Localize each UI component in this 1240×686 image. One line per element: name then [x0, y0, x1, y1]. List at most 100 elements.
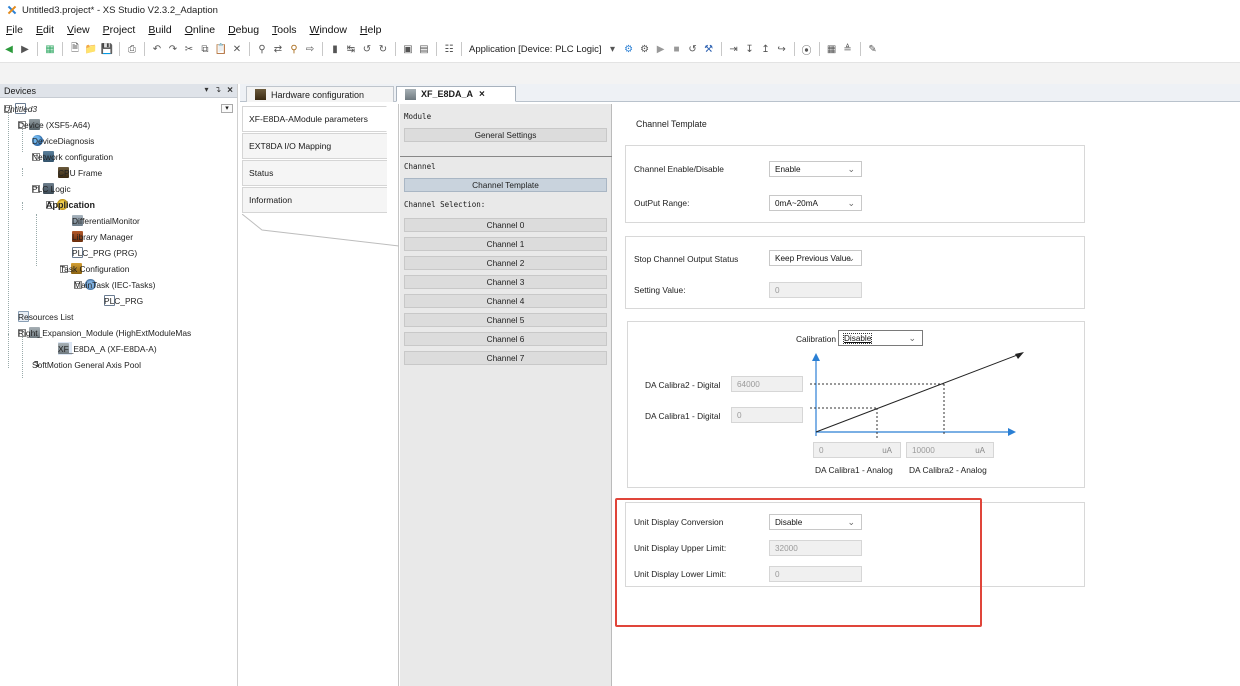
run-to-cursor-icon[interactable]: ↪ [775, 42, 789, 56]
tree-item-task-configuration[interactable]: − Task Configuration [60, 262, 129, 275]
nav-status[interactable]: Status [242, 160, 387, 186]
tree-item-softmotion-axis-pool[interactable]: ↴ SoftMotion General Axis Pool [32, 358, 141, 371]
redo-icon[interactable]: ↷ [166, 42, 180, 56]
bookmark-prev-icon[interactable]: ↺ [360, 42, 374, 56]
tab-xf-e8da-a[interactable]: XF_E8DA_A × [396, 86, 516, 102]
nav-io-mapping[interactable]: EXT8DA I/O Mapping [242, 133, 387, 159]
menu-file[interactable]: File [6, 24, 23, 36]
channel-4-button[interactable]: Channel 4 [404, 294, 607, 308]
back-icon[interactable]: ◀ [2, 42, 16, 56]
new-file-icon[interactable]: 🗎 [68, 42, 82, 56]
menu-online[interactable]: Online [185, 24, 215, 36]
output-range-dropdown[interactable]: 0mA~20mA ⌄ [769, 195, 862, 211]
channel-3-button[interactable]: Channel 3 [404, 275, 607, 289]
tree-item-xf-e8da-a[interactable]: XF_E8DA_A (XF-E8DA-A) [58, 342, 157, 355]
menu-build[interactable]: Build [148, 24, 171, 36]
forward-icon[interactable]: ▶ [18, 42, 32, 56]
bookmark-next-icon[interactable]: ↹ [344, 42, 358, 56]
generate-icon[interactable]: ▤ [417, 42, 431, 56]
tree-item-network-configuration[interactable]: − Network configuration [32, 150, 113, 163]
start-icon[interactable]: ▶ [654, 42, 668, 56]
save-icon[interactable]: 💾 [100, 42, 114, 56]
menu-edit[interactable]: Edit [36, 24, 54, 36]
tree-item-plc-logic[interactable]: − PLC Logic [32, 182, 71, 195]
find-all-icon[interactable]: ⚲ [287, 42, 301, 56]
tree-dropdown-icon[interactable]: ▾ [221, 104, 233, 113]
step-out-icon[interactable]: ↥ [759, 42, 773, 56]
window-title: Untitled3.project* - XS Studio V2.3.2_Ad… [22, 4, 218, 16]
tree-item-differentialmonitor[interactable]: DifferentialMonitor [72, 214, 140, 227]
tree-item-library-manager[interactable]: Library Manager [72, 230, 133, 243]
channel-template-button[interactable]: Channel Template [404, 178, 607, 192]
force-values-icon[interactable]: ≜ [841, 42, 855, 56]
calibration-line [815, 353, 1021, 433]
channel-6-button[interactable]: Channel 6 [404, 332, 607, 346]
general-settings-button[interactable]: General Settings [404, 128, 607, 142]
menu-project[interactable]: Project [103, 24, 136, 36]
active-application-label[interactable]: Application [Device: PLC Logic] [469, 44, 602, 55]
channel-2-button[interactable]: Channel 2 [404, 256, 607, 270]
find-icon[interactable]: ⚲ [255, 42, 269, 56]
tree-item-maintask[interactable]: − MainTask (IEC-Tasks) [74, 278, 155, 291]
tree-item-plc-prg-call[interactable]: PLC_PRG [104, 294, 143, 307]
undo-icon[interactable]: ↶ [150, 42, 164, 56]
logout-icon[interactable]: ⚙ [638, 42, 652, 56]
reset-icon[interactable]: ↺ [686, 42, 700, 56]
dropdown-arrow-icon[interactable]: ▾ [606, 42, 620, 56]
nav-information[interactable]: Information [242, 187, 387, 213]
stop-icon[interactable]: ■ [670, 42, 684, 56]
calibra1-digital-field[interactable]: 0 [731, 407, 803, 423]
compile-icon[interactable]: ▣ [401, 42, 415, 56]
tree-item-project[interactable]: − Untitled3 [4, 102, 37, 115]
nav-module-parameters[interactable]: XF-E8DA-AModule parameters [242, 106, 387, 132]
tree-item-application[interactable]: − Application [46, 198, 95, 211]
tree-item-resources-list[interactable]: Resources List [18, 310, 73, 323]
find-next-icon[interactable]: ⇨ [303, 42, 317, 56]
tree-item-right-expansion-module[interactable]: − Right_Expansion_Module (HighExtModuleM… [18, 326, 191, 339]
step-into-icon[interactable]: ↧ [743, 42, 757, 56]
tree-item-device[interactable]: − Device (XSF5-A64) [18, 118, 90, 131]
bookmark-icon[interactable]: ▮ [328, 42, 342, 56]
calibra2-digital-field[interactable]: 64000 [731, 376, 803, 392]
menu-window[interactable]: Window [310, 24, 347, 36]
replace-icon[interactable]: ⇄ [271, 42, 285, 56]
channel-0-button[interactable]: Channel 0 [404, 218, 607, 232]
menu-debug[interactable]: Debug [228, 24, 259, 36]
menu-tools[interactable]: Tools [272, 24, 297, 36]
calibra2-analog-field[interactable]: 10000 uA [906, 442, 994, 458]
tool-wrench-icon[interactable]: ⚒ [702, 42, 716, 56]
device-tool-icon[interactable]: ▦ [43, 42, 57, 56]
close-icon[interactable]: × [227, 85, 233, 96]
calendar-icon[interactable]: ☷ [442, 42, 456, 56]
step-over-icon[interactable]: ⇥ [727, 42, 741, 56]
login-icon[interactable]: ⚙ [622, 42, 636, 56]
channel-5-button[interactable]: Channel 5 [404, 313, 607, 327]
tree-item-cpu-frame[interactable]: CPU Frame [58, 166, 102, 179]
menu-help[interactable]: Help [360, 24, 382, 36]
close-tab-icon[interactable]: × [479, 89, 485, 100]
calibra1-analog-field[interactable]: 0 uA [813, 442, 901, 458]
edit-icon[interactable]: ✎ [866, 42, 880, 56]
channel-7-button[interactable]: Channel 7 [404, 351, 607, 365]
tree-item-plc-prg[interactable]: PLC_PRG (PRG) [72, 246, 137, 259]
menu-view[interactable]: View [67, 24, 90, 36]
toggle-breakpoint-icon[interactable]: ⦿ [800, 42, 814, 57]
setting-value-field[interactable]: 0 [769, 282, 862, 298]
bookmark-clear-icon[interactable]: ↻ [376, 42, 390, 56]
print-icon[interactable]: ⎙ [125, 42, 139, 56]
write-values-icon[interactable]: ▦ [825, 42, 839, 56]
calibration-dropdown[interactable]: Disable ⌄ [838, 330, 923, 346]
tab-hardware-configuration[interactable]: Hardware configuration [246, 86, 394, 102]
cut-icon[interactable]: ✂ [182, 42, 196, 56]
panel-menu-icon[interactable]: ▾ [204, 85, 208, 96]
paste-icon[interactable]: 📋 [214, 42, 228, 56]
channel-enable-dropdown[interactable]: Enable ⌄ [769, 161, 862, 177]
stop-output-dropdown[interactable]: Keep Previous Value ⌄ [769, 250, 862, 266]
channel-1-button[interactable]: Channel 1 [404, 237, 607, 251]
delete-icon[interactable]: ✕ [230, 42, 244, 56]
open-folder-icon[interactable]: 📁 [84, 42, 98, 56]
tree-item-devicediagnosis[interactable]: DeviceDiagnosis [32, 134, 94, 147]
copy-icon[interactable]: ⧉ [198, 42, 212, 56]
pin-icon[interactable]: ↴ [214, 85, 221, 96]
nav-divider [242, 214, 399, 247]
